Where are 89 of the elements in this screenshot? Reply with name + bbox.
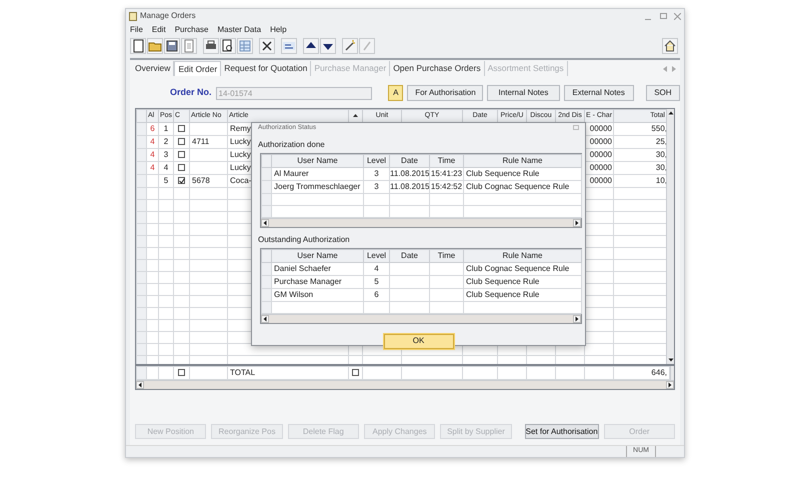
menu-item[interactable]: Purchase (174, 24, 208, 36)
table-cell: 4 (150, 163, 155, 172)
wand-icon[interactable] (343, 39, 357, 53)
table-cell: Club Sequence Rule (466, 168, 540, 178)
table-cell: Club Cognac Sequence Rule (466, 264, 570, 273)
checkbox[interactable] (178, 151, 185, 158)
table-cell: 25, (656, 137, 666, 146)
table-cell: 2 (164, 137, 168, 146)
table-cell: 6 (150, 124, 155, 133)
table-cell: Club Sequence Rule (466, 276, 540, 286)
horizontal-scrollbar[interactable] (136, 380, 674, 389)
table-cell: Club Cognac Sequence Rule (466, 182, 570, 191)
table-cell: 3 (164, 150, 168, 159)
table-cell: 3 (374, 168, 379, 178)
save-icon[interactable] (165, 39, 179, 53)
scroll-right-icon[interactable] (573, 314, 581, 323)
table-cell: 3 (374, 182, 379, 191)
table-cell: 4711 (192, 137, 210, 146)
scroll-down-icon[interactable] (667, 356, 675, 364)
table-cell: Coca- (230, 176, 252, 185)
sort-arrow-icon[interactable] (353, 114, 358, 118)
checkbox[interactable] (178, 177, 185, 184)
table-cell: Purchase Manager (274, 276, 342, 286)
table-cell: Lucky (230, 137, 251, 146)
checkbox[interactable] (178, 125, 185, 132)
table-cell: 4 (150, 137, 155, 146)
scroll-right-icon[interactable] (573, 218, 581, 227)
scroll-up-icon[interactable] (667, 109, 675, 117)
table-cell: 5678 (192, 176, 210, 185)
table-cell: 6 (374, 290, 379, 299)
table-cell: 10, (656, 176, 666, 185)
vertical-scrollbar[interactable] (666, 109, 674, 364)
menu-item[interactable]: Help (270, 24, 287, 36)
table-cell: 00000 (590, 124, 612, 133)
toolbar-button[interactable]: External Notes (564, 85, 634, 101)
menu-item[interactable]: File (130, 24, 143, 36)
table-cell: 30, (656, 150, 666, 159)
table-cell: Joerg Trommeschlaeger (274, 182, 360, 191)
order-number-label: Order No. (170, 86, 212, 100)
scroll-left-icon[interactable] (261, 218, 269, 227)
table-cell: 15:41:23 (430, 168, 462, 178)
table-cell: 646, (651, 368, 667, 377)
scroll-left-icon[interactable] (261, 314, 269, 323)
window-icon (129, 12, 137, 20)
tab[interactable]: Edit Order (174, 61, 222, 76)
table-cell: 5 (374, 276, 379, 286)
table-cell: 00000 (590, 150, 612, 159)
window-title: Manage Orders (140, 10, 196, 22)
tab[interactable]: Open Purchase Orders (390, 61, 485, 76)
checkbox[interactable] (352, 369, 359, 376)
new-document-icon[interactable] (131, 39, 145, 53)
section-heading: Authorization done (258, 138, 326, 151)
table-cell: 1 (164, 124, 168, 133)
menu-item[interactable]: Edit (152, 24, 166, 36)
table-cell: 00000 (590, 176, 612, 185)
checkbox[interactable] (178, 369, 185, 376)
toolbar-button[interactable]: Internal Notes (487, 85, 560, 101)
table-cell: 5 (164, 176, 168, 185)
home-icon[interactable] (664, 40, 676, 52)
table-cell: 4 (164, 163, 168, 172)
table-cell: Lucky (230, 150, 251, 159)
table-cell: 4 (150, 150, 155, 159)
table-cell: 00000 (590, 163, 612, 172)
status-flag-badge: A (388, 85, 404, 101)
checkbox[interactable] (178, 164, 185, 171)
table-cell: 4 (374, 264, 379, 273)
table-cell: GM Wilson (274, 290, 314, 299)
scroll-right-icon[interactable] (666, 381, 674, 389)
delete-icon[interactable] (260, 39, 274, 53)
table-cell: Lucky (230, 163, 251, 172)
table-cell: Al Maurer (274, 168, 309, 178)
section-heading: Outstanding Authorization (258, 234, 351, 246)
ok-button[interactable]: OK (384, 334, 454, 349)
table-cell: 15:42:52 (430, 182, 462, 191)
table-cell: 550, (651, 124, 666, 133)
checkbox[interactable] (178, 138, 185, 145)
menu-item[interactable]: Master Data (217, 24, 262, 36)
table-cell: 00000 (590, 137, 612, 146)
toolbar-button[interactable]: For Authorisation (407, 85, 484, 101)
print-preview-icon[interactable] (221, 39, 235, 53)
table-cell: Remy (230, 124, 251, 133)
table-cell: Daniel Schaefer (274, 264, 331, 273)
table-cell: 30, (656, 163, 666, 172)
table-cell: TOTAL (230, 368, 256, 377)
table-cell: Club Sequence Rule (466, 290, 540, 299)
scroll-left-icon[interactable] (136, 381, 144, 389)
toolbar-button[interactable]: SOH (646, 85, 680, 101)
action-button[interactable]: Set for Authorisation (524, 424, 599, 439)
tab[interactable]: Request for Quotation (221, 61, 312, 76)
